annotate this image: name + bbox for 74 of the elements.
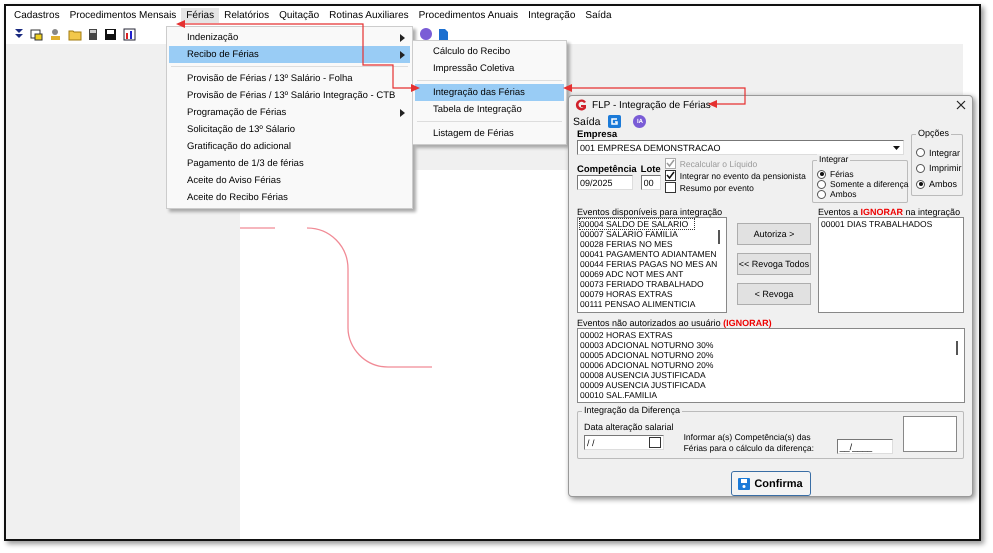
menu-item[interactable]: Procedimentos Mensais	[64, 8, 182, 22]
list-item[interactable]: 00002 HORAS EXTRAS	[580, 330, 679, 340]
field-label: Competência	[577, 164, 637, 175]
menu-item[interactable]: Quitação	[274, 8, 324, 22]
ignored-events-list[interactable]: 00001 DIAS TRABALHADOS	[818, 217, 964, 313]
confirm-button[interactable]: Confirma	[730, 471, 810, 496]
competencia-field[interactable]: __/____	[836, 439, 893, 454]
menu-entry[interactable]: Provisão de Férias / 13º Salário - Folha	[169, 70, 410, 87]
list-item[interactable]: 00111 PENSAO ALIMENTICIA	[580, 299, 702, 309]
group-title: Integrar	[817, 154, 850, 164]
unauthorized-events-list[interactable]: 00002 HORAS EXTRAS 00003 ADCIONAL NOTURNO 30% 00005 ADCIONAL NOTURNO 20% 00006 ADCIONAL NOTURNO 20% 00008 AUSENCIA JUSTIFICADA 00009 AUSENCIA JUSTIFICADA 00010 SAL.FAMILIA	[577, 328, 965, 403]
menu-entry[interactable]: Integração das Férias	[415, 84, 564, 101]
list-action-button[interactable]: << Revoga Todos	[737, 253, 811, 275]
group-title: Opções	[916, 128, 952, 138]
menu-entry[interactable]: Aceite do Aviso Férias	[169, 172, 410, 189]
list-item[interactable]: 00041 PAGAMENTO ADIANTAMEN	[580, 249, 723, 259]
list-item[interactable]: 00008 AUSENCIA JUSTIFICADA	[580, 370, 712, 380]
list-item[interactable]: 00004 SALDO DE SALARIO	[580, 219, 694, 229]
list-item[interactable]: 00044 FERIAS PAGAS NO MES AN	[580, 259, 724, 269]
menu-item[interactable]: Integração	[523, 8, 580, 22]
menu-entry[interactable]: Pagamento de 1/3 de férias	[169, 155, 410, 172]
company-dropdown[interactable]: 001 EMPRESA DEMONSTRACAO	[577, 140, 904, 155]
list-item[interactable]: 00028 FERIAS NO MES	[580, 239, 679, 249]
menu-entry[interactable]: Indenização	[169, 29, 410, 46]
list-item[interactable]: 00006 ADCIONAL NOTURNO 20%	[580, 360, 720, 370]
checkbox-label: Integrar no evento da pensionista	[680, 170, 806, 180]
list-label: Eventos disponíveis para integração	[577, 207, 724, 217]
list-item[interactable]: 00010 SAL.FAMILIA	[580, 390, 664, 400]
menu-entry[interactable]: Programação de Férias	[169, 104, 410, 121]
menu-item[interactable]: Relatórios	[219, 8, 274, 22]
menu-entry[interactable]: Impressão Coletiva	[415, 60, 564, 77]
menu-entry[interactable]: Aceite do Recibo Férias	[169, 189, 410, 206]
list-item[interactable]: 00001 DIAS TRABALHADOS	[821, 219, 938, 229]
menu-entry[interactable]: Listagem de Férias	[415, 125, 564, 142]
radio-label: Integrar	[929, 148, 960, 158]
list-item[interactable]: 00005 ADCIONAL NOTURNO 20%	[580, 350, 720, 360]
menu-entry[interactable]: Recibo de Férias	[169, 46, 410, 63]
list-item[interactable]: 00069 ADC NOT MES ANT	[580, 269, 690, 279]
radio-label: Imprimir	[929, 163, 962, 174]
list-item[interactable]: 00003 ADCIONAL NOTURNO 30%	[580, 340, 720, 350]
list-item[interactable]: 00079 HORAS EXTRAS	[580, 289, 679, 299]
menu-item[interactable]: Rotinas Auxiliares	[324, 8, 414, 22]
menu-entry[interactable]: Gratificação do adicional	[169, 138, 410, 155]
list-item[interactable]: 00009 AUSENCIA JUSTIFICADA	[580, 380, 712, 390]
radio-label: Ambos	[929, 179, 958, 190]
radio-label: Somente a diferença	[830, 179, 908, 189]
field-label: Informar a(s) Competência(s) das Férias para o cálculo da diferença:	[684, 432, 815, 454]
list-label: Eventos a IGNORAR na integração	[818, 207, 962, 217]
list-action-button[interactable]: < Revoga	[737, 283, 811, 305]
lote-field[interactable]: 00	[640, 175, 661, 190]
field-label: Lote	[640, 164, 661, 175]
checkbox-label: Recalcular o Líquido	[680, 158, 758, 168]
field-label: Empresa	[577, 129, 618, 140]
menu-entry[interactable]: Tabela de Integração	[415, 101, 564, 118]
menu-entry[interactable]: Cálculo do Recibo	[415, 43, 564, 60]
list-item[interactable]: 00073 FERIADO TRABALHADO	[580, 279, 710, 289]
menu-item[interactable]: Procedimentos Anuais	[414, 8, 524, 22]
menu-item[interactable]: Saída	[580, 8, 617, 22]
group-title: Integração da Diferença	[582, 405, 682, 415]
menu-item[interactable]: Cadastros	[9, 8, 65, 22]
menu-item[interactable]: Férias	[181, 8, 220, 22]
date-field[interactable]: / /	[584, 435, 664, 450]
radio-label: Ambos	[830, 189, 856, 199]
checkbox-label: Resumo por evento	[680, 182, 754, 192]
radio-label: Férias	[830, 169, 854, 179]
competencia-field[interactable]: 09/2025	[577, 175, 633, 190]
list-item[interactable]: 00007 SALARIO FAMILIA	[580, 229, 684, 239]
menu-entry[interactable]: Provisão de Férias / 13º Salário Integração - CTB	[169, 87, 410, 104]
window-title: FLP - Integração de Férias	[592, 100, 712, 111]
menu-item[interactable]: Saída	[573, 116, 600, 128]
list-action-button[interactable]: Autoriza >	[737, 223, 811, 245]
list-label: Eventos não autorizados ao usuário (IGNORAR)	[577, 318, 773, 328]
field-label: Data alteração salarial	[584, 422, 674, 432]
menu-entry[interactable]: Solicitação de 13º Sálario	[169, 121, 410, 138]
